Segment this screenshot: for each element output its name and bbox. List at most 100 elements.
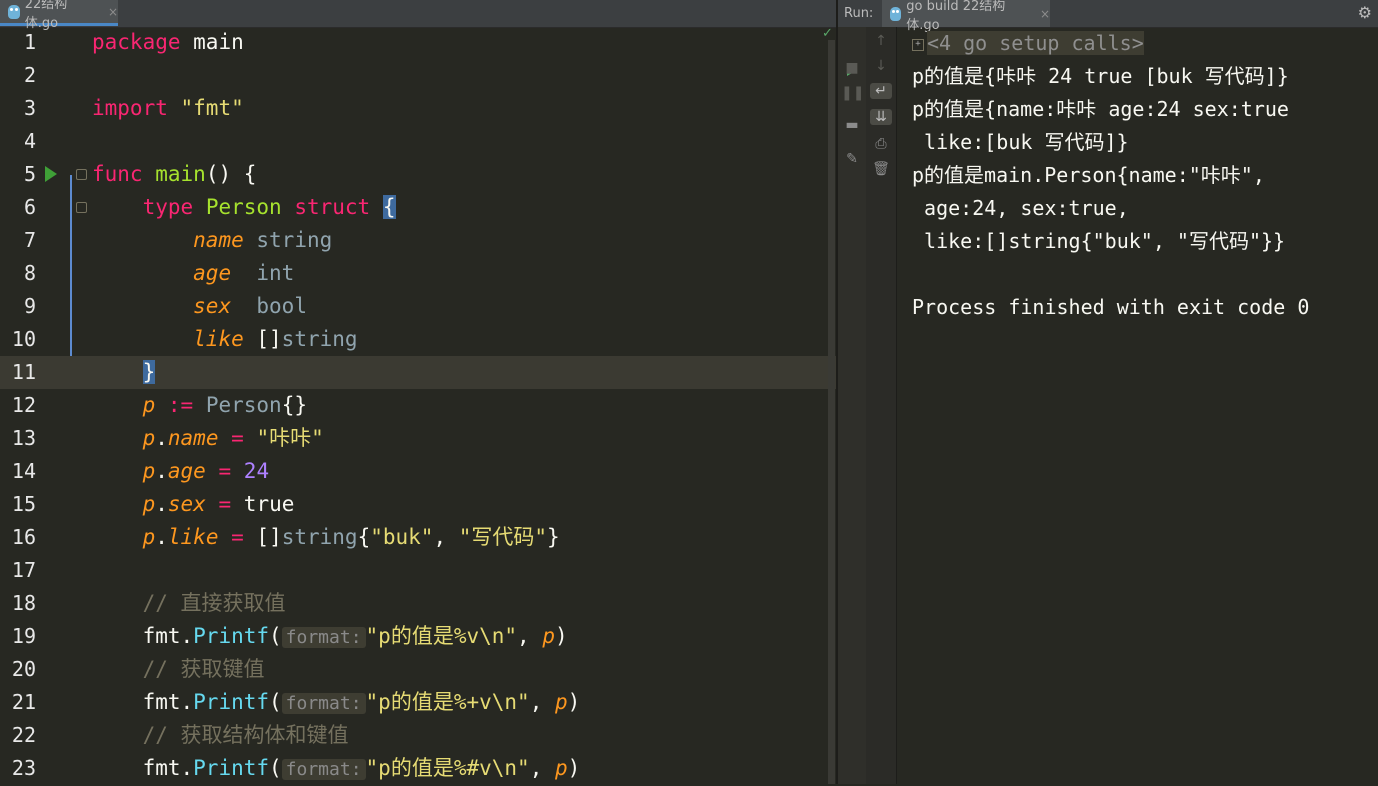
code-text: } xyxy=(92,356,156,389)
keyword: type xyxy=(142,195,194,219)
line-number: 17 xyxy=(11,558,36,582)
console-line: p的值是main.Person{name:"咔咔", xyxy=(912,163,1265,187)
arrow-down-icon[interactable]: ↓ xyxy=(870,58,892,74)
console-line: p的值是{name:咔咔 age:24 sex:true xyxy=(912,97,1289,121)
console-line: + <4 go setup calls> xyxy=(912,27,1372,60)
line-number: 13 xyxy=(11,426,36,450)
field-type: string xyxy=(256,228,333,252)
function-call: Printf xyxy=(193,690,270,714)
variable: p xyxy=(142,426,156,450)
output-toolbar: ↑ ↓ ↵ ⇊ ⎙ 🗑 xyxy=(866,27,897,784)
code-text: p.like = []string{"buk", "写代码"} xyxy=(92,521,560,554)
comment: // 获取键值 xyxy=(142,657,265,681)
operator: = xyxy=(218,492,232,516)
line-number: 18 xyxy=(11,591,36,615)
line-number: 1 xyxy=(23,30,36,54)
type-name: string xyxy=(281,525,358,549)
operator: = xyxy=(218,459,232,483)
file-tab[interactable]: 22结构体.go × xyxy=(0,0,118,31)
punctuation: ) xyxy=(567,756,581,780)
console-output[interactable]: + <4 go setup calls> p的值是{咔咔 24 true [buk… xyxy=(912,27,1372,324)
string-literal: "p的值是%+v\n" xyxy=(365,690,530,714)
punctuation: ( xyxy=(269,690,282,714)
punctuation: , xyxy=(529,690,555,714)
run-tab-bar: Run: go build 22结构体.go × ⚙ xyxy=(838,0,1378,33)
code-line: 9 sex bool xyxy=(0,290,836,323)
line-number: 12 xyxy=(11,393,36,417)
print-icon[interactable]: ⎙ xyxy=(870,136,892,152)
punctuation: , xyxy=(517,624,543,648)
layout-icon[interactable]: ▬ xyxy=(841,117,863,133)
string-literal: "p的值是%v\n" xyxy=(365,624,518,648)
punctuation: [] xyxy=(243,525,282,549)
line-number: 23 xyxy=(11,756,36,780)
code-text: package main xyxy=(92,26,244,59)
code-text: func main() { xyxy=(92,158,256,191)
function-name: main xyxy=(155,162,206,186)
punctuation: ) xyxy=(567,690,581,714)
code-text: // 获取键值 xyxy=(92,653,265,686)
line-number: 11 xyxy=(11,360,36,384)
code-lines: 1 package main 2 3 import "fmt" 4 5 func ma… xyxy=(0,26,836,785)
operator: = xyxy=(231,525,244,549)
keyword: package xyxy=(92,30,181,54)
package-ref: fmt. xyxy=(142,756,194,780)
field-type: string xyxy=(281,327,358,351)
code-line: 21 fmt.Printf(format: "p的值是%+v\n", p) xyxy=(0,686,836,719)
string-literal: "fmt" xyxy=(180,96,244,120)
go-file-icon xyxy=(890,6,902,21)
soft-wrap-icon[interactable]: ↵ xyxy=(870,83,892,99)
line-number: 21 xyxy=(11,690,36,714)
field-type: bool xyxy=(256,294,307,318)
setup-calls-fold[interactable]: <4 go setup calls> xyxy=(927,31,1144,55)
field-name: age xyxy=(167,459,206,483)
expand-icon[interactable]: + xyxy=(912,38,924,51)
code-line: 13 p.name = "咔咔" xyxy=(0,422,836,455)
gear-icon[interactable]: ⚙ xyxy=(1358,3,1372,22)
punctuation: {} xyxy=(281,393,307,417)
editor-scrollbar[interactable] xyxy=(828,40,835,784)
code-editor[interactable]: 22结构体.go × ✓ 1 package main 2 3 import "fm… xyxy=(0,0,836,784)
function-call: Printf xyxy=(193,624,270,648)
code-line: 17 xyxy=(0,554,836,587)
code-text: fmt.Printf(format: "p的值是%#v\n", p) xyxy=(92,752,580,785)
code-line: 5 func main() { xyxy=(0,158,836,191)
arrow-up-icon[interactable]: ↑ xyxy=(870,33,892,49)
code-line: 22 // 获取结构体和键值 xyxy=(0,719,836,752)
line-number: 9 xyxy=(23,294,36,318)
scroll-to-end-icon[interactable]: ⇊ xyxy=(870,109,892,125)
run-title: Run: xyxy=(844,6,874,21)
pin-icon[interactable]: ✎ xyxy=(841,151,863,167)
trash-icon[interactable]: 🗑 xyxy=(870,161,892,177)
stop-icon[interactable]: ■ xyxy=(841,60,863,76)
close-tab-icon[interactable]: × xyxy=(108,5,118,19)
keyword: struct xyxy=(294,195,371,219)
identifier: main xyxy=(180,30,244,54)
go-file-icon xyxy=(8,4,20,19)
code-line: 16 p.like = []string{"buk", "写代码"} xyxy=(0,521,836,554)
code-line: 12 p := Person{} xyxy=(0,389,836,422)
punctuation: , xyxy=(529,756,555,780)
close-tab-icon[interactable]: × xyxy=(1040,7,1050,21)
operator: := xyxy=(167,393,194,417)
pause-icon[interactable]: ❚❚ xyxy=(841,85,864,101)
bool-literal: true xyxy=(243,492,295,516)
code-line: 6 type Person struct { xyxy=(0,191,836,224)
code-text: age int xyxy=(92,257,294,290)
punctuation: ( xyxy=(269,624,282,648)
run-config-tab[interactable]: go build 22结构体.go × xyxy=(882,0,1050,33)
code-line: 3 import "fmt" xyxy=(0,92,836,125)
